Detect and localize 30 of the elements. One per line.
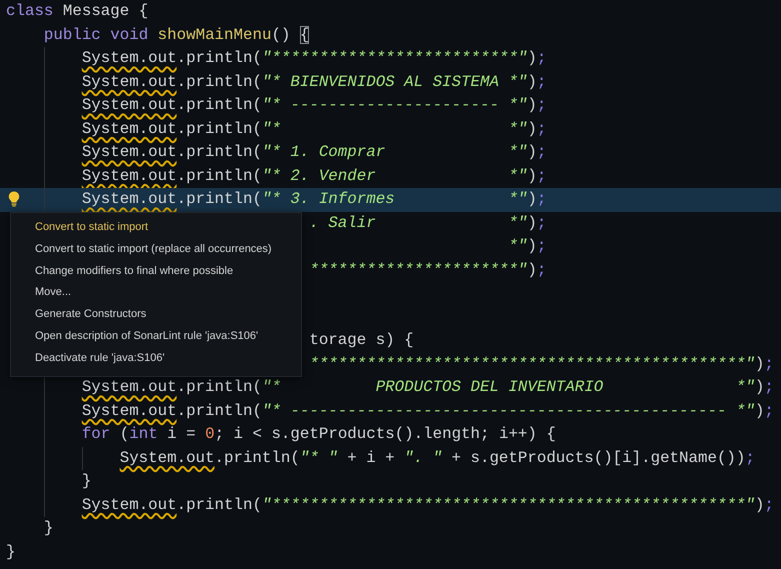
code-line: *");: [507, 236, 546, 257]
menu-item[interactable]: Generate Constructors: [11, 304, 301, 326]
code-line: System.out.println("* 1. Comprar *");: [82, 142, 546, 163]
code-line: public void showMainMenu() {: [44, 24, 310, 46]
menu-item[interactable]: Convert to static import: [11, 217, 301, 239]
code-line: System.out.println("* PRODUCTOS DEL INVENTARIO *");: [82, 377, 774, 398]
code-line: }: [6, 542, 16, 562]
code-line: System.out.println("* ---------------------- *");: [82, 95, 546, 116]
code-line: for (int i = 0; i < s.getProducts().length; i++) {: [82, 424, 556, 445]
code-line: class Message {: [6, 1, 148, 22]
code-line: System.out.println("* *");: [82, 118, 546, 140]
code-line: }: [44, 518, 54, 539]
menu-item[interactable]: Change modifiers to final where possible: [11, 260, 301, 282]
code-line: System.out.println("* BIENVENIDOS AL SISTEMA *");: [82, 72, 546, 92]
code-line: . Salir *");: [309, 212, 546, 234]
code-line: System.out.println("**************************************************");: [82, 494, 774, 516]
code-line: System.out.println("* 3. Informes *");: [82, 189, 546, 210]
code-line: System.out.println("* " + i + ". " + s.getProducts()[i].getName());: [120, 448, 755, 468]
code-line: **********************");: [309, 260, 546, 280]
code-line: System.out.println("* ---------------------------------------------- *");: [82, 400, 774, 422]
code-line: System.out.println("* 2. Vender *");: [82, 166, 546, 186]
menu-item[interactable]: Move...: [11, 282, 301, 304]
lightbulb-icon[interactable]: [8, 191, 20, 207]
code-line: **********************************************");: [309, 354, 774, 374]
menu-item[interactable]: Open description of SonarLint rule 'java:S106': [11, 326, 301, 348]
code-line: System.out.println("**************************");: [82, 48, 546, 69]
menu-item[interactable]: Convert to static import (replace all occurrences): [11, 238, 301, 261]
menu-item[interactable]: Deactivate rule 'java:S106': [11, 348, 301, 370]
code-line: }: [82, 471, 92, 492]
code-line: torage s) {: [309, 330, 414, 351]
